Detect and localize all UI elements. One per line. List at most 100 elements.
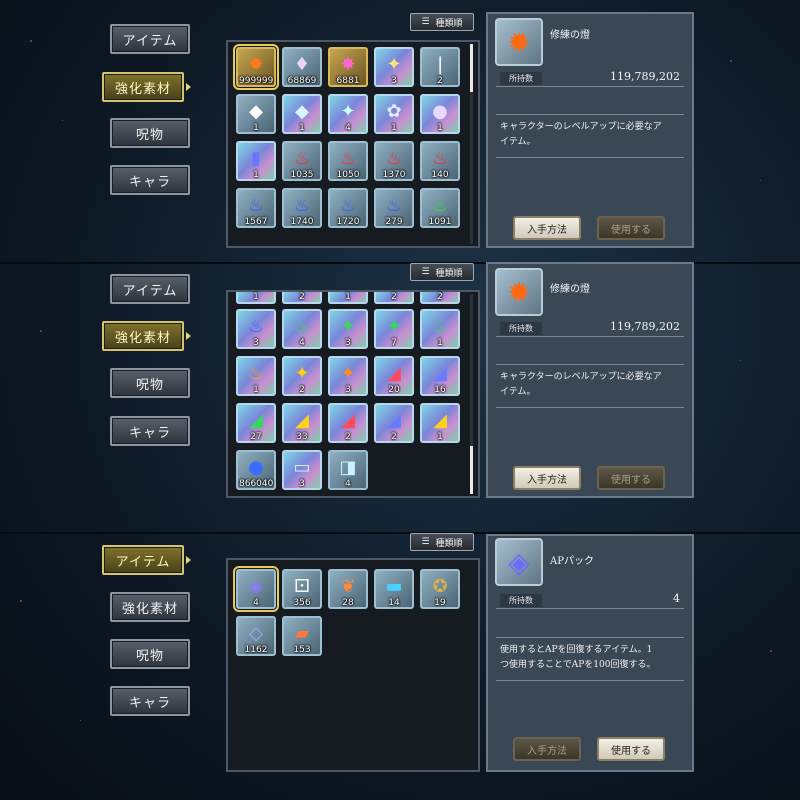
item-tile[interactable]: ◢ 27 — [236, 403, 276, 443]
item-icon: ❘ — [432, 53, 448, 75]
item-tile[interactable]: ✸ 6881 — [328, 47, 368, 87]
nav-curse-tab[interactable]: 呪物 — [110, 118, 190, 148]
item-count: 33 — [296, 432, 308, 442]
item-tile[interactable]: ◇ 1162 — [236, 616, 276, 656]
item-count: 7 — [391, 338, 397, 348]
nav-material-tab[interactable]: 強化素材 — [102, 321, 184, 351]
item-count: 28 — [342, 598, 354, 608]
nav-material-tab[interactable]: 強化素材 — [102, 72, 184, 102]
item-tile[interactable]: ✦ 3 — [328, 356, 368, 396]
owned-value: 119,789,202 — [610, 320, 680, 333]
nav-item-tab[interactable]: アイテム — [110, 24, 190, 54]
detail-item-name: 修練の燈 — [550, 284, 590, 295]
item-tile[interactable]: ◆ 1 — [236, 94, 276, 134]
item-tile[interactable]: ♨ 1740 — [282, 188, 322, 228]
item-count: 1050 — [336, 170, 360, 180]
item-tile[interactable]: ◈ 4 — [233, 566, 279, 612]
item-tile[interactable]: ♨ 1035 — [282, 141, 322, 181]
description-line-2: イテム。 — [500, 387, 536, 397]
item-tile[interactable]: ♨ 4 — [282, 309, 322, 349]
item-tile[interactable]: 2 — [282, 292, 322, 304]
item-tile[interactable]: ◢ 33 — [282, 403, 322, 443]
item-tile[interactable]: ♨ 1 — [236, 356, 276, 396]
item-tile[interactable]: 1 — [328, 292, 368, 304]
item-tile[interactable]: ✦ 2 — [282, 356, 322, 396]
nav-item-tab[interactable]: アイテム — [102, 545, 184, 575]
sort-button[interactable]: ☰ 種類順 — [410, 533, 474, 551]
item-tile[interactable]: ♨ 279 — [374, 188, 414, 228]
item-tile[interactable]: ◢ 1 — [420, 403, 460, 443]
item-count: 20 — [388, 385, 400, 395]
obtain-method-button[interactable]: 入手方法 — [513, 737, 581, 761]
item-icon: ◆ — [295, 100, 309, 122]
item-count: 1740 — [290, 217, 314, 227]
item-tile[interactable]: ◢ 2 — [328, 403, 368, 443]
item-tile[interactable]: ♨ 1567 — [236, 188, 276, 228]
item-tile[interactable]: ● 866040 — [236, 450, 276, 490]
training-lamp-icon: ✹ — [507, 25, 531, 59]
item-tile[interactable]: ✪ 19 — [420, 569, 460, 609]
item-tile[interactable]: ❘ 2 — [420, 47, 460, 87]
item-tile[interactable]: ♨ 1050 — [328, 141, 368, 181]
use-button[interactable]: 使用する — [597, 466, 665, 490]
item-tile[interactable]: ▭ 3 — [282, 450, 322, 490]
item-tile[interactable]: ◢ 20 — [374, 356, 414, 396]
item-tile[interactable]: 2 — [374, 292, 414, 304]
item-tile[interactable]: ✿ 1 — [374, 94, 414, 134]
item-tile[interactable]: ◆ 1 — [282, 94, 322, 134]
item-count: 1 — [437, 123, 443, 133]
item-tile[interactable]: ⚀ 356 — [282, 569, 322, 609]
item-tile[interactable]: ✦ 4 — [328, 94, 368, 134]
use-button[interactable]: 使用する — [597, 216, 665, 240]
item-tile[interactable]: ♨ 140 — [420, 141, 460, 181]
nav-curse-tab[interactable]: 呪物 — [110, 639, 190, 669]
owned-value: 119,789,202 — [610, 70, 680, 83]
item-tile[interactable]: 1 — [236, 292, 276, 304]
item-tile[interactable]: ● 1 — [420, 94, 460, 134]
item-icon: ✦ — [340, 315, 356, 337]
item-tile[interactable]: ♨ 3 — [236, 309, 276, 349]
scrollbar-thumb[interactable] — [470, 446, 473, 494]
item-tile[interactable]: ✦ 7 — [374, 309, 414, 349]
item-icon: ◇ — [249, 622, 263, 644]
obtain-method-button[interactable]: 入手方法 — [513, 466, 581, 490]
item-count: 19 — [434, 598, 446, 608]
nav-material-tab[interactable]: 強化素材 — [110, 592, 190, 622]
item-tile[interactable]: ♨ 1370 — [374, 141, 414, 181]
item-tile[interactable]: 2 — [420, 292, 460, 304]
item-tile[interactable]: ▮ 1 — [236, 141, 276, 181]
nav-character-tab[interactable]: キャラ — [110, 416, 190, 446]
owned-value: 4 — [673, 592, 680, 605]
active-arrow-icon — [186, 556, 191, 564]
item-tile[interactable]: ▬ 14 — [374, 569, 414, 609]
item-tile[interactable]: ♨ 1720 — [328, 188, 368, 228]
scrollbar-thumb[interactable] — [470, 44, 473, 92]
item-icon: ♨ — [385, 194, 403, 216]
item-tile[interactable]: ♨ 1 — [420, 309, 460, 349]
obtain-method-button[interactable]: 入手方法 — [513, 216, 581, 240]
item-tile[interactable]: ✦ 3 — [374, 47, 414, 87]
item-tile[interactable]: ◢ 2 — [374, 403, 414, 443]
item-count: 2 — [299, 385, 305, 395]
nav-character-tab[interactable]: キャラ — [110, 686, 190, 716]
item-tile[interactable]: ♦ 68869 — [282, 47, 322, 87]
item-tile[interactable]: ▰ 153 — [282, 616, 322, 656]
sort-button[interactable]: ☰ 種類順 — [410, 13, 474, 31]
item-tile[interactable]: ◨ 4 — [328, 450, 368, 490]
description-line-1: キャラクターのレベルアップに必要なア — [500, 372, 662, 382]
item-count: 1035 — [290, 170, 314, 180]
item-tile[interactable]: ◢ 16 — [420, 356, 460, 396]
item-icon: ✦ — [386, 53, 402, 75]
item-tile[interactable]: ❦ 28 — [328, 569, 368, 609]
sort-button[interactable]: ☰ 種類順 — [410, 263, 474, 281]
use-button[interactable]: 使用する — [597, 737, 665, 761]
item-count: 6881 — [336, 76, 360, 86]
item-tile[interactable]: ♨ 1091 — [420, 188, 460, 228]
nav-curse-tab[interactable]: 呪物 — [110, 368, 190, 398]
description-line-2: つ使用することでAPを100回復する。 — [500, 660, 656, 670]
nav-character-tab[interactable]: キャラ — [110, 165, 190, 195]
nav-item-tab[interactable]: アイテム — [110, 274, 190, 304]
item-icon: ✦ — [386, 315, 402, 337]
item-tile[interactable]: ✦ 3 — [328, 309, 368, 349]
item-tile[interactable]: ✹ 999999 — [233, 44, 279, 90]
